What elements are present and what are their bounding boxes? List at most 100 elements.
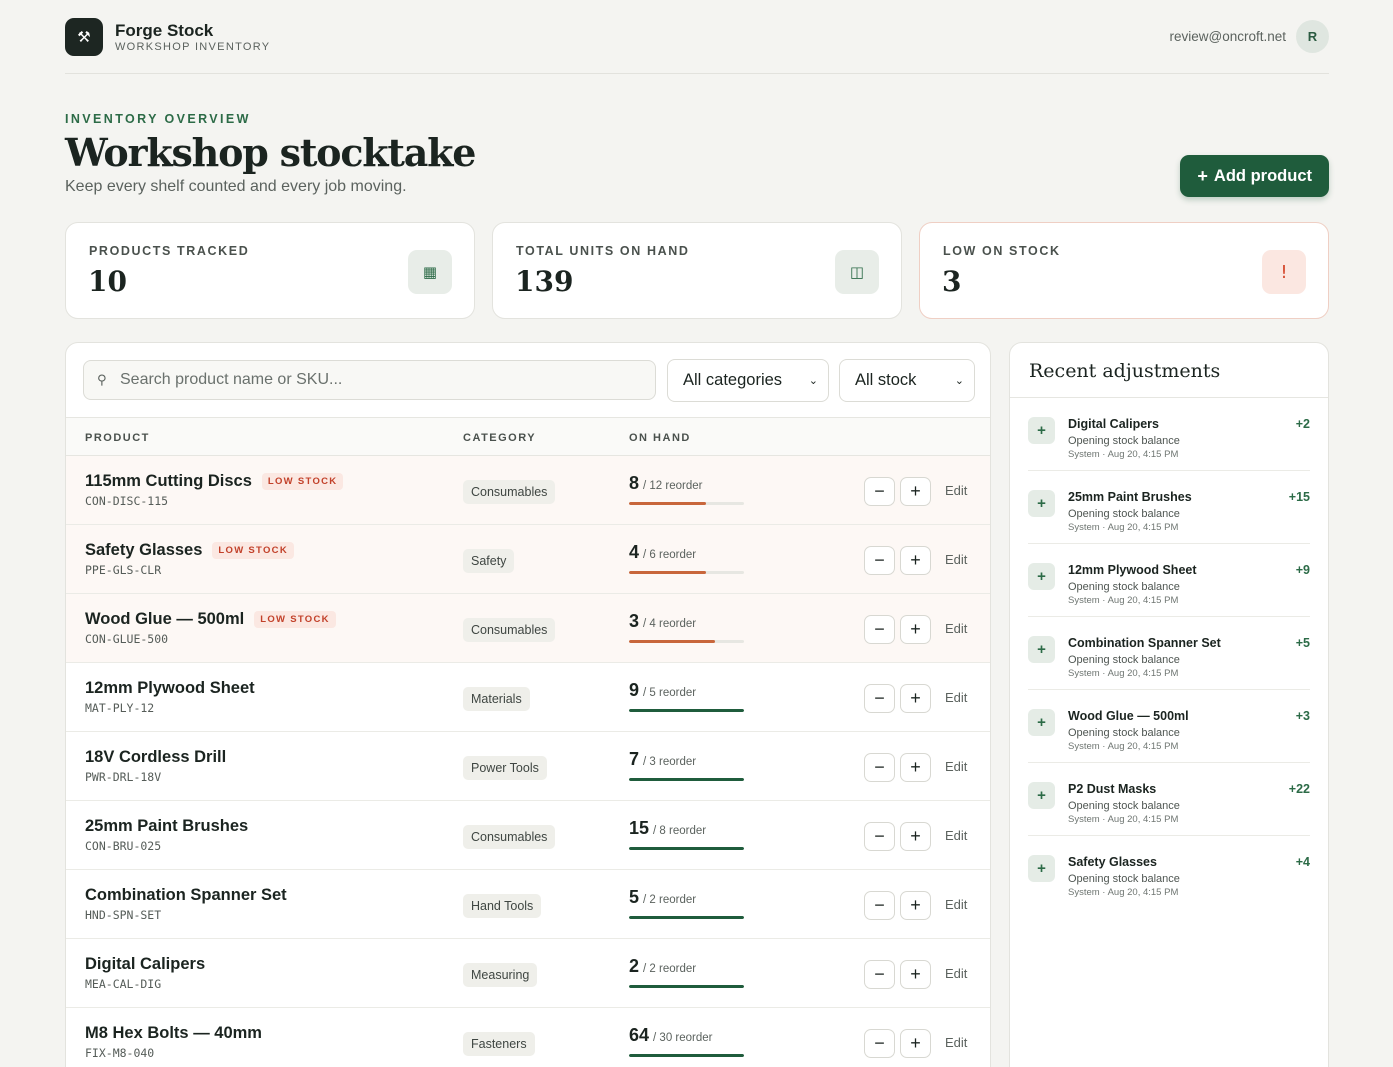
adjustment-item[interactable]: +25mm Paint Brushes Opening stock balance… xyxy=(1028,471,1310,544)
adjustment-product: 25mm Paint Brushes xyxy=(1068,490,1192,504)
on-hand: 5/ 2 reorder xyxy=(629,887,696,908)
adjustment-item[interactable]: +12mm Plywood Sheet Opening stock balance… xyxy=(1028,544,1310,617)
edit-link[interactable]: Edit xyxy=(945,552,967,567)
increment-button[interactable]: + xyxy=(900,822,931,851)
increment-button[interactable]: + xyxy=(900,684,931,713)
edit-link[interactable]: Edit xyxy=(945,1035,967,1050)
search-icon: ⚲ xyxy=(97,372,107,388)
decrement-button[interactable]: − xyxy=(864,546,895,575)
brand[interactable]: ⚒ Forge Stock WORKSHOP INVENTORY xyxy=(65,17,270,56)
plus-icon: + xyxy=(1028,709,1055,736)
on-hand: 7/ 3 reorder xyxy=(629,749,696,770)
product-sku: FIX-M8-040 xyxy=(85,1046,155,1060)
on-hand-count: 8 xyxy=(629,473,640,493)
grid-icon: ▦ xyxy=(408,250,452,294)
increment-button[interactable]: + xyxy=(900,615,931,644)
adjustment-reason: Opening stock balance xyxy=(1068,508,1180,520)
eyebrow: INVENTORY OVERVIEW xyxy=(65,112,251,126)
plus-icon: + xyxy=(1028,490,1055,517)
stock-level-fill xyxy=(629,778,744,781)
search-input[interactable] xyxy=(120,371,640,389)
on-hand: 64/ 30 reorder xyxy=(629,1025,712,1046)
reorder-level: / 8 reorder xyxy=(653,825,707,837)
adjustment-delta: +2 xyxy=(1295,417,1310,431)
table-row[interactable]: Combination Spanner Set HND-SPN-SET Hand T… xyxy=(66,870,990,939)
table-row[interactable]: 18V Cordless Drill PWR-DRL-18V Power Tools… xyxy=(66,732,990,801)
stock-level-fill xyxy=(629,916,744,919)
edit-link[interactable]: Edit xyxy=(945,828,967,843)
stat-products-tracked: PRODUCTS TRACKED 10 ▦ xyxy=(65,222,475,319)
adjustment-item[interactable]: + Combination Spanner Set Opening stock ba… xyxy=(1028,617,1310,690)
product-name-text: Safety Glasses xyxy=(85,541,203,559)
stat-low-stock: LOW ON STOCK 3 ! xyxy=(919,222,1329,319)
category-tag: Consumables xyxy=(463,480,556,504)
adjustment-item[interactable]: + Digital Calipers Opening stock balance Sy… xyxy=(1028,398,1310,471)
table-row[interactable]: Wood Glue — 500ml LOW STOCK CON-GLUE-500 Co… xyxy=(66,594,990,663)
increment-button[interactable]: + xyxy=(900,546,931,575)
decrement-button[interactable]: − xyxy=(864,960,895,989)
adjustment-delta: +22 xyxy=(1288,782,1310,796)
product-name-text: M8 Hex Bolts — 40mm xyxy=(85,1024,262,1042)
column-header-product[interactable]: PRODUCT xyxy=(85,432,150,444)
category-select[interactable]: All categories ⌄ xyxy=(667,359,829,402)
column-header-on-hand[interactable]: ON HAND xyxy=(629,432,691,444)
decrement-button[interactable]: − xyxy=(864,615,895,644)
adjustment-meta: System · Aug 20, 4:15 PM xyxy=(1068,595,1179,606)
table-row[interactable]: M8 Hex Bolts — 40mm FIX-M8-040 Fasteners 64… xyxy=(66,1008,990,1067)
user-menu[interactable]: review@oncroft.net R xyxy=(1169,20,1329,53)
adjustment-item[interactable]: + P2 Dust Masks Opening stock balance Syste… xyxy=(1028,763,1310,836)
columns-icon: ◫ xyxy=(835,250,879,294)
adjustments-list: + Digital Calipers Opening stock balance Sy… xyxy=(1010,398,1328,909)
adjustment-item[interactable]: + Safety Glasses Opening stock balance Syst… xyxy=(1028,836,1310,909)
table-row[interactable]: Safety Glasses LOW STOCK PPE-GLS-CLR Safety… xyxy=(66,525,990,594)
edit-link[interactable]: Edit xyxy=(945,621,967,636)
stock-level-bar xyxy=(629,916,744,919)
product-sku: PPE-GLS-CLR xyxy=(85,563,162,577)
table-row[interactable]: 115mm Cutting Discs LOW STOCK CON-DISC-115… xyxy=(66,456,990,525)
increment-button[interactable]: + xyxy=(900,1029,931,1058)
stock-select-value: All stock xyxy=(855,371,917,389)
table-row[interactable]: Digital Calipers MEA-CAL-DIG Measuring 2/ 2… xyxy=(66,939,990,1008)
adjustment-product: Combination Spanner Set xyxy=(1068,636,1221,650)
search-box[interactable]: ⚲ xyxy=(83,360,656,400)
edit-link[interactable]: Edit xyxy=(945,759,967,774)
column-header-category[interactable]: CATEGORY xyxy=(463,432,536,444)
stock-level-fill xyxy=(629,1054,744,1057)
product-name: 18V Cordless Drill xyxy=(85,748,226,767)
top-bar: ⚒ Forge Stock WORKSHOP INVENTORY review@… xyxy=(65,0,1329,74)
page: ⚒ Forge Stock WORKSHOP INVENTORY review@… xyxy=(65,0,1329,1067)
product-name-text: Wood Glue — 500ml xyxy=(85,610,245,628)
increment-button[interactable]: + xyxy=(900,891,931,920)
increment-button[interactable]: + xyxy=(900,477,931,506)
edit-link[interactable]: Edit xyxy=(945,966,967,981)
decrement-button[interactable]: − xyxy=(864,684,895,713)
inventory-panel: ⚲ All categories ⌄ All stock ⌄ PRODUCT C… xyxy=(65,342,991,1067)
plus-icon: + xyxy=(1028,636,1055,663)
product-name-text: 25mm Paint Brushes xyxy=(85,817,249,835)
edit-link[interactable]: Edit xyxy=(945,483,967,498)
plus-icon: + xyxy=(1028,782,1055,809)
decrement-button[interactable]: − xyxy=(864,1029,895,1058)
on-hand: 3/ 4 reorder xyxy=(629,611,696,632)
stock-level-bar xyxy=(629,778,744,781)
table-row[interactable]: 12mm Plywood Sheet MAT-PLY-12 Materials 9/ … xyxy=(66,663,990,732)
decrement-button[interactable]: − xyxy=(864,891,895,920)
table-row[interactable]: 25mm Paint Brushes CON-BRU-025 Consumables… xyxy=(66,801,990,870)
product-name-text: 18V Cordless Drill xyxy=(85,748,227,766)
decrement-button[interactable]: − xyxy=(864,822,895,851)
on-hand-count: 3 xyxy=(629,611,640,631)
stock-select[interactable]: All stock ⌄ xyxy=(839,359,975,402)
decrement-button[interactable]: − xyxy=(864,753,895,782)
adjustment-reason: Opening stock balance xyxy=(1068,800,1180,812)
avatar[interactable]: R xyxy=(1296,20,1329,53)
add-product-button[interactable]: + Add product xyxy=(1180,155,1329,197)
edit-link[interactable]: Edit xyxy=(945,897,967,912)
table-body: 115mm Cutting Discs LOW STOCK CON-DISC-115… xyxy=(66,456,990,1067)
increment-button[interactable]: + xyxy=(900,960,931,989)
on-hand-count: 15 xyxy=(629,818,650,838)
increment-button[interactable]: + xyxy=(900,753,931,782)
decrement-button[interactable]: − xyxy=(864,477,895,506)
edit-link[interactable]: Edit xyxy=(945,690,967,705)
adjustment-item[interactable]: + Wood Glue — 500ml Opening stock balance S… xyxy=(1028,690,1310,763)
low-stock-badge: LOW STOCK xyxy=(212,542,294,559)
